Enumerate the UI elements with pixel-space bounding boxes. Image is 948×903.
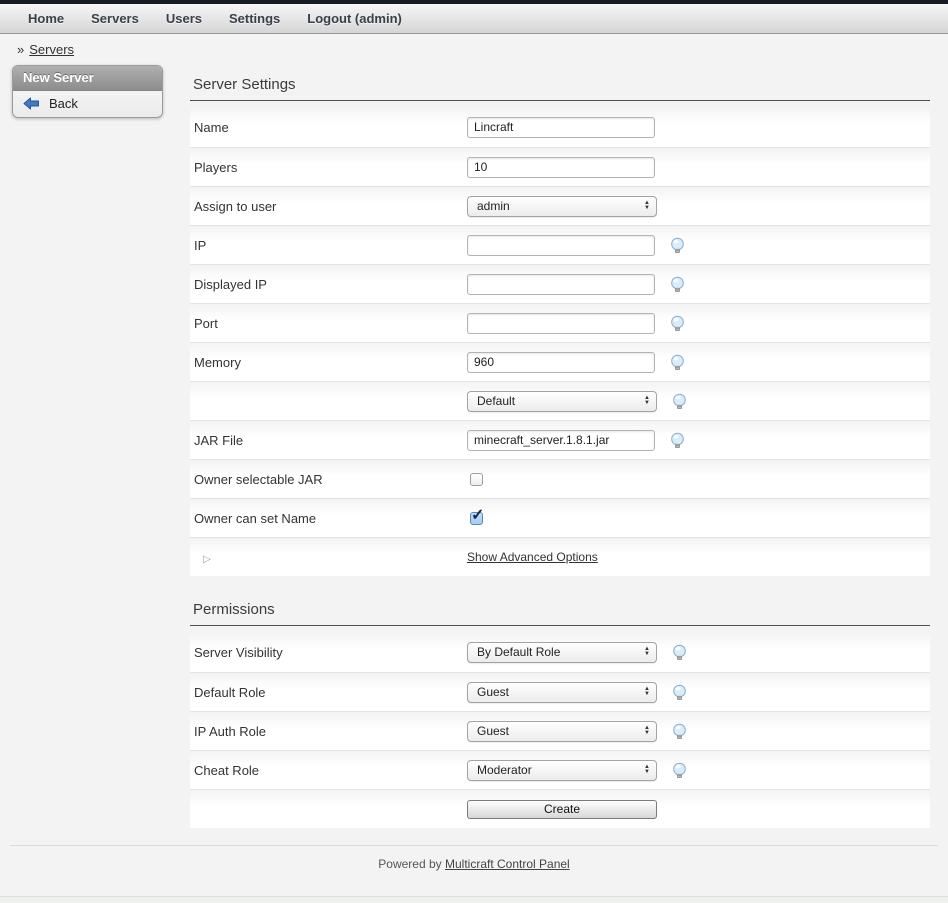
- assign-to-user-value: admin: [477, 199, 644, 213]
- hint-lightbulb-icon[interactable]: [672, 762, 687, 779]
- breadcrumb-servers-link[interactable]: Servers: [29, 42, 74, 57]
- nav-item-settings[interactable]: Settings: [229, 11, 280, 26]
- form-row-owner-can-set-name: Owner can set Name ✓: [190, 498, 930, 537]
- memory-preset-value: Default: [477, 394, 644, 408]
- nav-item-users[interactable]: Users: [166, 11, 202, 26]
- nav-item-logout[interactable]: Logout (admin): [307, 11, 402, 26]
- memory-default-select[interactable]: Default ▲▼: [467, 391, 657, 412]
- cheat-role-select[interactable]: Moderator ▲▼: [467, 760, 657, 781]
- form-row-default-role: Default Role Guest ▲▼: [190, 672, 930, 711]
- hint-lightbulb-icon[interactable]: [670, 315, 685, 332]
- top-nav-bar: Home Servers Users Settings Logout (admi…: [0, 0, 948, 34]
- select-stepper-icon: ▲▼: [644, 396, 650, 406]
- default-role-select[interactable]: Guest ▲▼: [467, 682, 657, 703]
- default-role-value: Guest: [477, 685, 644, 699]
- jar-file-input[interactable]: [467, 430, 655, 451]
- multicraft-link[interactable]: Multicraft Control Panel: [445, 857, 570, 871]
- main-content: Server Settings Name Players Assign to u…: [190, 62, 930, 828]
- owner-can-set-name-checkbox[interactable]: ✓: [470, 512, 483, 525]
- show-advanced-options-link[interactable]: Show Advanced Options: [467, 550, 598, 564]
- create-button[interactable]: Create: [467, 800, 657, 819]
- form-row-displayed-ip: Displayed IP: [190, 264, 930, 303]
- form-row-server-visibility: Server Visibility By Default Role ▲▼: [190, 632, 930, 672]
- server-visibility-select[interactable]: By Default Role ▲▼: [467, 642, 657, 663]
- hint-lightbulb-icon[interactable]: [672, 723, 687, 740]
- form-row-memory-preset: Default ▲▼: [190, 381, 930, 420]
- jar-file-label: JAR File: [190, 433, 467, 448]
- displayed-ip-label: Displayed IP: [190, 277, 467, 292]
- memory-label: Memory: [190, 355, 467, 370]
- hint-lightbulb-icon[interactable]: [670, 276, 685, 293]
- players-input[interactable]: [467, 157, 655, 178]
- nav-item-servers[interactable]: Servers: [91, 11, 139, 26]
- displayed-ip-input[interactable]: [467, 274, 655, 295]
- sidebar-panel: New Server Back: [12, 65, 163, 118]
- form-row-ip: IP: [190, 225, 930, 264]
- server-settings-heading: Server Settings: [190, 62, 930, 101]
- ip-auth-role-value: Guest: [477, 724, 644, 738]
- form-row-ip-auth-role: IP Auth Role Guest ▲▼: [190, 711, 930, 750]
- permissions-form: Server Visibility By Default Role ▲▼ Def…: [190, 632, 930, 828]
- owner-selectable-jar-label: Owner selectable JAR: [190, 472, 467, 487]
- permissions-heading: Permissions: [190, 576, 930, 626]
- owner-can-set-name-label: Owner can set Name: [190, 511, 467, 526]
- default-role-label: Default Role: [190, 685, 467, 700]
- select-stepper-icon: ▲▼: [644, 647, 650, 657]
- cheat-role-label: Cheat Role: [190, 763, 467, 778]
- owner-selectable-jar-checkbox[interactable]: ✓: [470, 473, 483, 486]
- breadcrumb-marker: »: [17, 42, 24, 57]
- back-arrow-icon: [23, 97, 40, 110]
- form-row-create: Create: [190, 789, 930, 828]
- server-visibility-label: Server Visibility: [190, 645, 467, 660]
- players-label: Players: [190, 160, 467, 175]
- checkmark-icon: ✓: [471, 505, 484, 525]
- hint-lightbulb-icon[interactable]: [670, 432, 685, 449]
- form-row-jar-file: JAR File: [190, 420, 930, 459]
- server-settings-form: Name Players Assign to user admin ▲▼ IP: [190, 107, 930, 576]
- breadcrumb: » Servers: [0, 34, 948, 62]
- hint-lightbulb-icon[interactable]: [670, 354, 685, 371]
- powered-by-text: Powered by: [378, 857, 445, 871]
- back-button[interactable]: Back: [13, 91, 162, 117]
- form-row-name: Name: [190, 107, 930, 147]
- assign-to-user-select[interactable]: admin ▲▼: [467, 196, 657, 217]
- ip-auth-role-select[interactable]: Guest ▲▼: [467, 721, 657, 742]
- back-label: Back: [49, 96, 78, 111]
- server-visibility-value: By Default Role: [477, 645, 644, 659]
- expander-triangle-icon[interactable]: ▷: [203, 554, 211, 565]
- memory-input[interactable]: [467, 352, 655, 373]
- bottom-strip: [0, 896, 948, 903]
- cheat-role-value: Moderator: [477, 763, 644, 777]
- ip-label: IP: [190, 238, 467, 253]
- port-label: Port: [190, 316, 467, 331]
- select-stepper-icon: ▲▼: [644, 726, 650, 736]
- select-stepper-icon: ▲▼: [644, 201, 650, 211]
- sidebar-title: New Server: [13, 66, 162, 91]
- name-label: Name: [190, 120, 467, 135]
- form-row-owner-selectable-jar: Owner selectable JAR ✓: [190, 459, 930, 498]
- select-stepper-icon: ▲▼: [644, 765, 650, 775]
- footer: Powered by Multicraft Control Panel: [0, 846, 948, 883]
- assign-to-user-label: Assign to user: [190, 199, 467, 214]
- form-row-cheat-role: Cheat Role Moderator ▲▼: [190, 750, 930, 789]
- form-row-assign-to-user: Assign to user admin ▲▼: [190, 186, 930, 225]
- form-row-players: Players: [190, 147, 930, 186]
- nav-item-home[interactable]: Home: [28, 11, 64, 26]
- form-row-port: Port: [190, 303, 930, 342]
- hint-lightbulb-icon[interactable]: [672, 684, 687, 701]
- form-row-memory: Memory: [190, 342, 930, 381]
- hint-lightbulb-icon[interactable]: [670, 237, 685, 254]
- port-input[interactable]: [467, 313, 655, 334]
- ip-auth-role-label: IP Auth Role: [190, 724, 467, 739]
- name-input[interactable]: [467, 117, 655, 138]
- hint-lightbulb-icon[interactable]: [672, 644, 687, 661]
- hint-lightbulb-icon[interactable]: [672, 393, 687, 410]
- ip-input[interactable]: [467, 235, 655, 256]
- form-row-advanced-options: ▷ Show Advanced Options: [190, 537, 930, 576]
- select-stepper-icon: ▲▼: [644, 687, 650, 697]
